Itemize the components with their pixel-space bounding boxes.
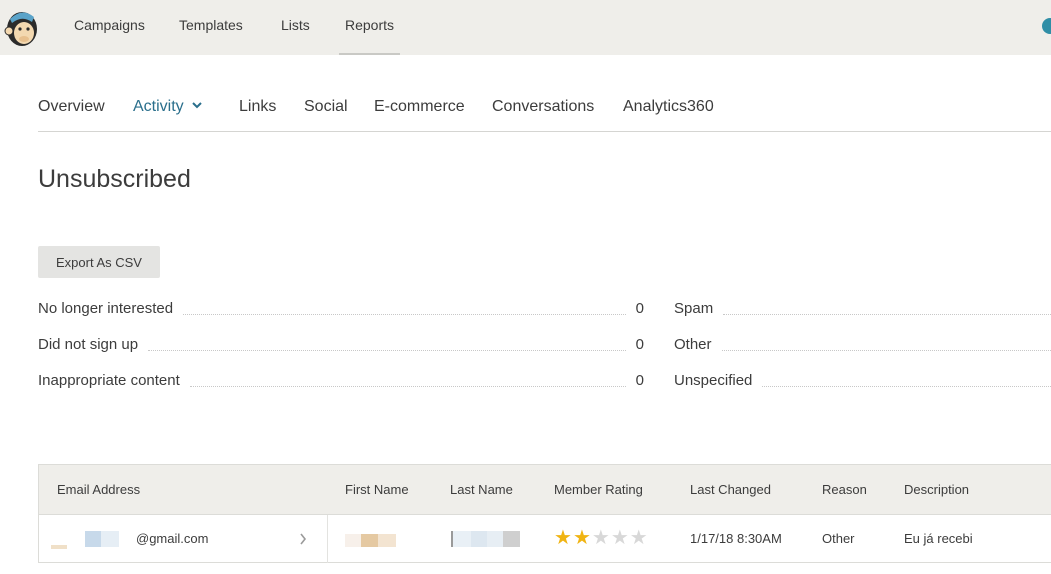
reason-value: Other	[822, 531, 855, 546]
column-header-last-name[interactable]: Last Name	[450, 482, 513, 497]
stat-row: No longer interested 0	[38, 298, 644, 318]
stat-row: Inappropriate content 0	[38, 370, 644, 390]
redacted-text	[378, 534, 396, 547]
redacted-text	[101, 531, 119, 547]
stat-count: 0	[635, 299, 644, 317]
tab-activity-label: Activity	[133, 98, 184, 115]
dotted-leader	[183, 313, 626, 315]
export-csv-button[interactable]: Export As CSV	[38, 246, 160, 278]
tab-ecommerce[interactable]: E-commerce	[374, 98, 465, 116]
column-header-email[interactable]: Email Address	[57, 482, 140, 497]
redacted-text	[503, 531, 520, 547]
chevron-down-icon	[191, 102, 202, 109]
star-empty-icon: ★	[629, 527, 648, 549]
stat-row: Unspecified	[674, 370, 1051, 390]
account-avatar[interactable]	[1042, 18, 1051, 34]
column-header-reason[interactable]: Reason	[822, 482, 867, 497]
tab-analytics360[interactable]: Analytics360	[623, 98, 714, 116]
page-title: Unsubscribed	[38, 165, 191, 193]
tab-activity[interactable]: Activity	[133, 98, 202, 116]
stat-row: Other	[674, 334, 1051, 354]
freddie-logo-icon[interactable]	[2, 5, 42, 49]
redacted-text	[487, 531, 503, 547]
stat-row: Spam	[674, 298, 1051, 318]
column-header-last-changed[interactable]: Last Changed	[690, 482, 771, 497]
redacted-text	[51, 545, 67, 549]
star-filled-icon: ★	[554, 527, 572, 549]
unsubscribed-table: Email Address First Name Last Name Membe…	[38, 464, 1051, 563]
dotted-leader	[189, 385, 626, 387]
dotted-leader	[762, 385, 1051, 387]
stat-row: Did not sign up 0	[38, 334, 644, 354]
column-header-member-rating[interactable]: Member Rating	[554, 482, 643, 497]
tab-social[interactable]: Social	[304, 98, 348, 116]
table-header: Email Address First Name Last Name Membe…	[39, 465, 1051, 515]
redacted-text	[345, 534, 361, 547]
column-header-first-name[interactable]: First Name	[345, 482, 409, 497]
dotted-leader	[723, 313, 1051, 315]
redacted-text	[453, 531, 471, 547]
topnav-reports[interactable]: Reports	[339, 0, 400, 55]
topnav-lists[interactable]: Lists	[281, 0, 310, 53]
stat-label: Inappropriate content	[38, 371, 180, 389]
email-address[interactable]: @gmail.com	[136, 531, 208, 546]
redacted-text	[471, 531, 487, 547]
top-navigation-bar: Campaigns Templates Lists Reports	[0, 0, 1051, 55]
column-header-description[interactable]: Description	[904, 482, 969, 497]
cell-divider	[327, 515, 328, 563]
stat-label: Did not sign up	[38, 335, 139, 353]
chevron-right-icon[interactable]	[299, 533, 307, 545]
stat-label: Unspecified	[674, 371, 753, 389]
redacted-text	[85, 531, 101, 547]
table-row[interactable]: @gmail.com ★ ★ ★ ★ ★ 1/17/18 8:30AM Other Eu…	[39, 515, 1051, 563]
redacted-text	[361, 534, 378, 547]
topnav-templates[interactable]: Templates	[179, 0, 243, 53]
stat-label: Other	[674, 335, 712, 353]
dotted-leader	[721, 349, 1051, 351]
stat-label: Spam	[674, 299, 714, 317]
tab-conversations[interactable]: Conversations	[492, 98, 594, 116]
stat-count: 0	[635, 335, 644, 353]
description-value: Eu já recebi	[904, 531, 973, 546]
report-tabs: Overview Activity Links Social E-commerc…	[38, 86, 1051, 132]
dotted-leader	[148, 349, 626, 351]
tab-links[interactable]: Links	[239, 98, 276, 116]
stat-count: 0	[635, 371, 644, 389]
star-empty-icon: ★	[591, 527, 610, 549]
star-empty-icon: ★	[610, 527, 629, 549]
star-filled-icon: ★	[572, 527, 591, 549]
stat-label: No longer interested	[38, 299, 174, 317]
tab-overview[interactable]: Overview	[38, 98, 105, 116]
last-changed-value: 1/17/18 8:30AM	[690, 531, 782, 546]
topnav-campaigns[interactable]: Campaigns	[74, 0, 145, 53]
member-rating-stars: ★ ★ ★ ★ ★	[554, 528, 648, 548]
